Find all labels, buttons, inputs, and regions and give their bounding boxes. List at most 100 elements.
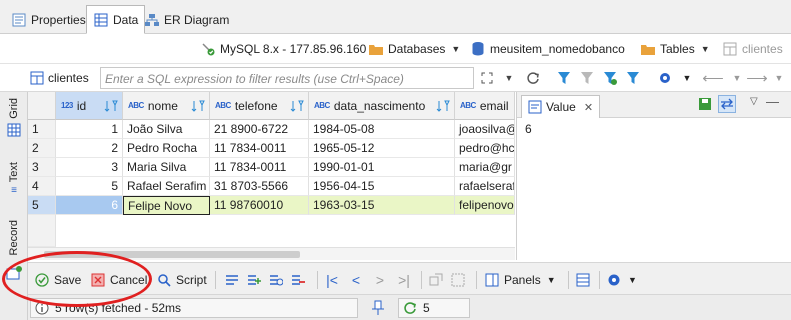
sync-toggle-icon[interactable] [718,95,736,113]
save-filter-icon[interactable] [601,69,619,87]
folder-icon [640,41,656,57]
gear-icon [606,272,622,288]
schema-selector[interactable]: meusitem_nomedobanco [470,41,625,57]
cell-email[interactable]: felipenovo [455,196,515,215]
cell-id[interactable]: 6 [56,196,123,215]
cell-telefone[interactable]: 11 7834-0011 [210,139,309,158]
delete-row-button[interactable] [290,271,310,289]
fetch-all-button[interactable] [450,271,470,289]
last-page-button[interactable]: >| [396,271,416,289]
minimize-icon[interactable]: — [766,94,779,109]
cell-id[interactable]: 2 [56,139,123,158]
datasource-selector[interactable]: MySQL 8.x - 177.85.96.160 [200,41,366,57]
sort-filter-icon[interactable] [104,99,118,116]
sort-filter-icon[interactable] [191,99,205,116]
back-arrow-icon[interactable]: ⟵ [702,69,724,87]
cell-email[interactable]: rafaelseraf [455,177,515,196]
side-tab-record[interactable]: Record [3,220,25,255]
toolbar-separator [317,271,318,289]
view-menu-icon[interactable]: ▽ [750,96,758,107]
side-tab-text[interactable]: Text ≡ [3,162,25,196]
cell-email[interactable]: pedro@hc [455,139,515,158]
table-row[interactable]: 1 1 João Silva 21 8900-6722 1984-05-08 j… [28,120,515,139]
next-page-button[interactable]: > [372,271,392,289]
filter-settings-icon[interactable] [624,69,642,87]
tables-selector[interactable]: Tables ▼ [640,41,716,57]
value-panel: Value ✕ ▽ — 6 [516,92,791,260]
sql-filter-input[interactable]: Enter a SQL expression to filter results… [100,67,474,89]
tab-er-diagram[interactable]: ER Diagram [137,5,236,34]
databases-selector[interactable]: Databases ▼ [368,41,466,57]
panels-button[interactable]: Panels ▼ [484,271,556,289]
cell-telefone[interactable]: 11 98760010 [210,196,309,215]
table-row-selected[interactable]: 5 6 Felipe Novo 11 98760010 1963-03-15 f… [28,196,515,215]
chevron-down-icon: ▼ [546,275,556,285]
clear-filter-icon[interactable] [578,69,596,87]
results-grid[interactable]: 123 id ABC nome ABC telefone ABC data_na… [28,92,515,260]
gear-icon[interactable] [656,69,674,87]
databases-label: Databases [388,42,446,56]
expand-icon[interactable] [478,69,496,87]
cell-telefone[interactable]: 21 8900-6722 [210,120,309,139]
database-connection-icon [200,41,216,57]
fetch-next-button[interactable] [428,271,448,289]
sort-filter-icon[interactable] [290,99,304,116]
script-button[interactable]: Script [156,271,207,289]
filter-icon[interactable] [555,69,573,87]
tab-value-label: Value [546,100,576,114]
chevron-down-icon[interactable]: ▼ [728,69,746,87]
value-content[interactable]: 6 [525,122,532,136]
cell-data-nascimento[interactable]: 1963-03-15 [309,196,455,215]
close-icon[interactable]: ✕ [584,101,593,114]
tab-properties[interactable]: Properties [4,5,93,34]
refresh-box[interactable]: 5 [398,298,470,318]
layout-button[interactable] [575,271,595,289]
cell-id[interactable]: 1 [56,120,123,139]
cell-nome[interactable]: Rafael Serafim [123,177,210,196]
filter-row: clientes Enter a SQL expression to filte… [0,64,791,92]
save-value-icon[interactable] [698,97,712,114]
pin-icon[interactable] [371,300,385,319]
row-number: 2 [28,139,56,158]
first-page-button[interactable]: |< [324,271,344,289]
refresh-filter-icon[interactable] [524,69,542,87]
column-header-data-nascimento[interactable]: ABC data_nascimento [309,92,455,120]
copy-row-button[interactable] [268,271,288,289]
sort-filter-icon[interactable] [436,99,450,116]
chevron-down-icon[interactable]: ▼ [770,69,788,87]
cell-email[interactable]: maria@gr [455,158,515,177]
side-tab-grid[interactable]: Grid [3,98,25,140]
cell-id[interactable]: 3 [56,158,123,177]
cell-id[interactable]: 5 [56,177,123,196]
add-row-button[interactable] [246,271,266,289]
cell-data-nascimento[interactable]: 1990-01-01 [309,158,455,177]
fetch-next-icon [428,272,444,288]
cell-telefone[interactable]: 31 8703-5566 [210,177,309,196]
table-row[interactable]: 3 3 Maria Silva 11 7834-0011 1990-01-01 … [28,158,515,177]
table-selector[interactable]: clientes [722,41,783,57]
cell-data-nascimento[interactable]: 1956-04-15 [309,177,455,196]
table-chip[interactable]: clientes [30,67,98,89]
table-row[interactable]: 4 5 Rafael Serafim 31 8703-5566 1956-04-… [28,177,515,196]
forward-arrow-icon[interactable]: ⟶ [746,69,768,87]
tab-value[interactable]: Value ✕ [521,95,601,118]
cell-data-nascimento[interactable]: 1965-05-12 [309,139,455,158]
cell-data-nascimento[interactable]: 1984-05-08 [309,120,455,139]
cell-telefone[interactable]: 11 7834-0011 [210,158,309,177]
table-row[interactable]: 2 2 Pedro Rocha 11 7834-0011 1965-05-12 … [28,139,515,158]
column-header-label: data_nascimento [333,98,426,113]
column-header-id[interactable]: 123 id [56,92,123,120]
edit-row-button[interactable] [224,271,244,289]
column-header-nome[interactable]: ABC nome [123,92,210,120]
cell-email[interactable]: joaosilva@ [455,120,515,139]
column-header-telefone[interactable]: ABC telefone [210,92,309,120]
settings-button[interactable]: ▼ [606,271,637,289]
filter-history-chevron-icon[interactable]: ▼ [500,69,518,87]
chevron-down-icon[interactable]: ▼ [678,69,696,87]
cell-nome[interactable]: João Silva [123,120,210,139]
cell-nome[interactable]: Pedro Rocha [123,139,210,158]
cell-nome[interactable]: Maria Silva [123,158,210,177]
cell-nome-editing[interactable]: Felipe Novo [123,196,210,215]
previous-page-button[interactable]: < [348,271,368,289]
column-header-email[interactable]: ABC email [455,92,515,120]
